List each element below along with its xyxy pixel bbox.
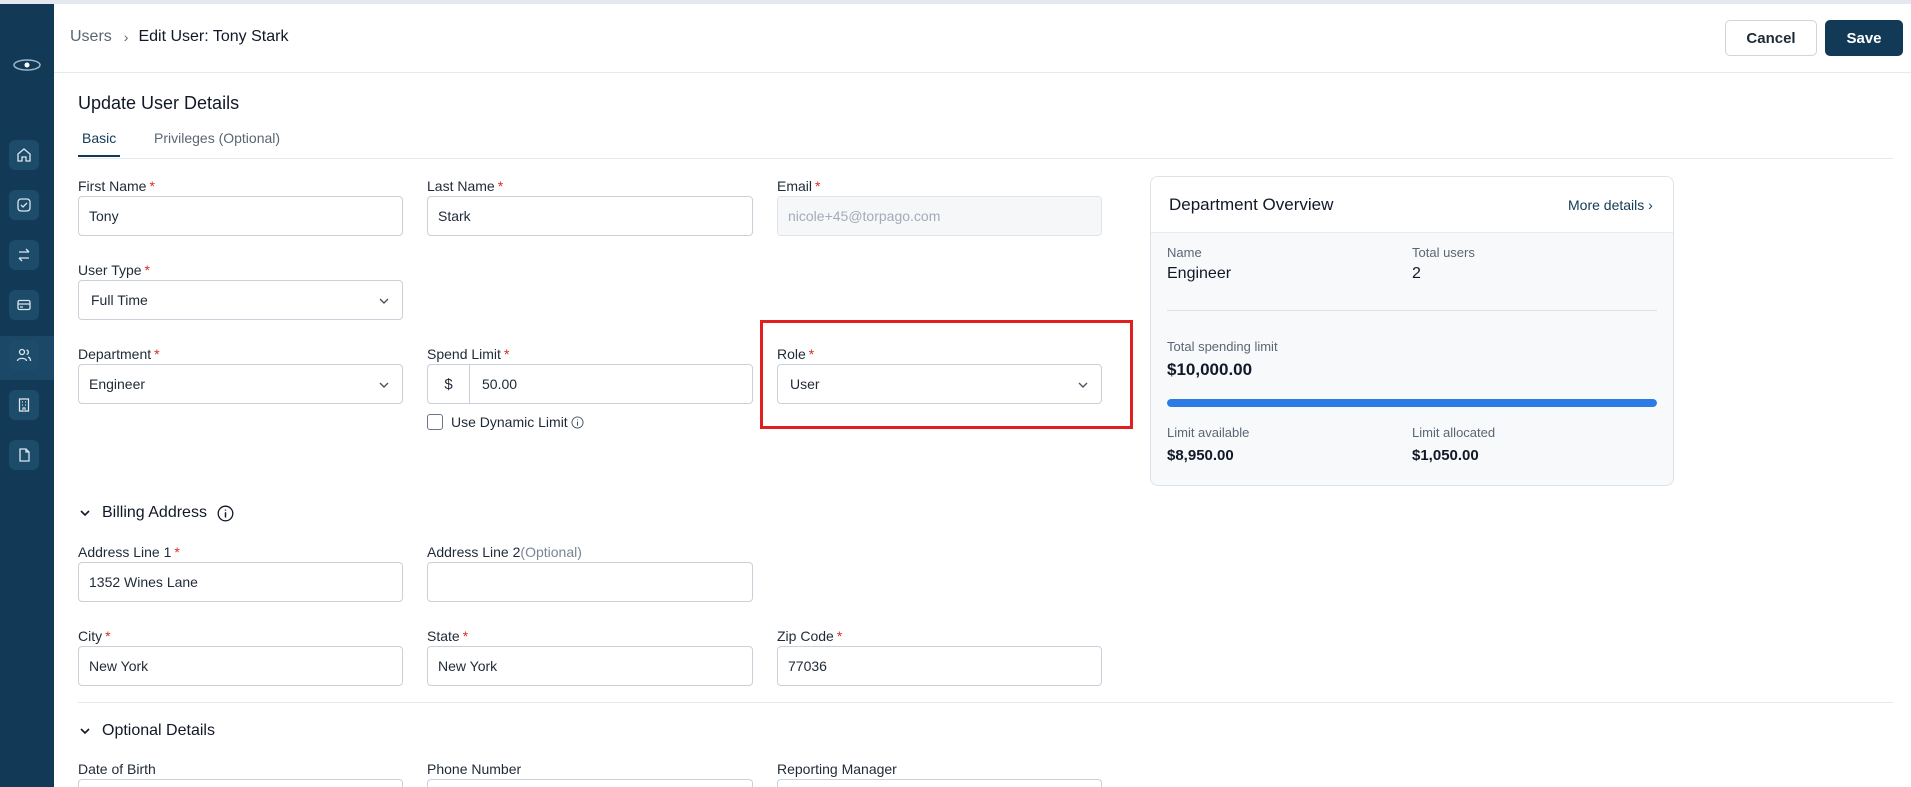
- dept-name-value: Engineer: [1167, 265, 1232, 282]
- address1-label: Address Line 1 *: [78, 544, 180, 560]
- sidebar-item-home[interactable]: [9, 140, 39, 170]
- manager-label: Reporting Manager: [777, 761, 897, 777]
- role-highlight-box: [760, 320, 1133, 429]
- breadcrumb: Users › Edit User: Tony Stark: [70, 28, 288, 46]
- sidebar-item-transactions[interactable]: [9, 240, 39, 270]
- building-icon: [18, 398, 30, 412]
- save-button[interactable]: Save: [1825, 20, 1903, 56]
- breadcrumb-current: Edit User: Tony Stark: [138, 28, 289, 45]
- address2-input[interactable]: [427, 562, 753, 602]
- chevron-down-icon: [80, 510, 90, 517]
- zip-input[interactable]: 77036: [777, 646, 1102, 686]
- card-divider: [1167, 310, 1657, 311]
- section-divider: [78, 702, 1893, 703]
- sidebar-item-company[interactable]: [9, 390, 39, 420]
- info-icon[interactable]: [217, 505, 234, 522]
- sidebar-item-users[interactable]: [9, 340, 39, 370]
- limit-available-label: Limit available: [1167, 425, 1250, 440]
- department-overview-card: Department Overview More details › Name …: [1150, 176, 1674, 486]
- email-label: Email *: [777, 178, 821, 194]
- tab-basic[interactable]: Basic: [82, 130, 116, 146]
- last-name-label: Last Name *: [427, 178, 504, 194]
- document-icon: [19, 448, 30, 462]
- sidebar-item-approvals[interactable]: [9, 190, 39, 220]
- optional-details-title: Optional Details: [102, 722, 215, 739]
- sidebar-item-cards[interactable]: [9, 290, 39, 320]
- first-name-input[interactable]: Tony: [78, 196, 403, 236]
- breadcrumb-users-link[interactable]: Users: [70, 28, 112, 46]
- dynamic-limit-checkbox[interactable]: [427, 414, 443, 430]
- optional-details-header[interactable]: Optional Details: [78, 722, 215, 740]
- spend-limit-input[interactable]: $ 50.00: [427, 364, 753, 404]
- phone-label: Phone Number: [427, 761, 522, 777]
- department-label: Department *: [78, 346, 160, 362]
- zip-label: Zip Code *: [777, 628, 843, 644]
- dob-label: Date of Birth: [78, 761, 156, 777]
- email-input: nicole+45@torpago.com: [777, 196, 1102, 236]
- total-users-label: Total users: [1412, 245, 1475, 260]
- limit-available-value: $8,950.00: [1167, 447, 1234, 464]
- logo-icon[interactable]: [12, 58, 42, 72]
- spend-limit-label: Spend Limit *: [427, 346, 510, 362]
- total-users-value: 2: [1412, 265, 1421, 282]
- currency-prefix: $: [428, 365, 470, 403]
- manager-select[interactable]: [777, 779, 1102, 787]
- city-label: City *: [78, 628, 111, 644]
- limit-progress-bar: [1167, 399, 1657, 407]
- total-limit-label: Total spending limit: [1167, 339, 1278, 354]
- department-select[interactable]: Engineer: [78, 364, 403, 404]
- limit-allocated-value: $1,050.00: [1412, 447, 1479, 464]
- billing-address-header[interactable]: Billing Address: [78, 504, 234, 522]
- address2-label: Address Line 2(Optional): [427, 544, 582, 560]
- user-type-label: User Type *: [78, 262, 150, 278]
- card-title: Department Overview: [1169, 195, 1334, 214]
- chevron-down-icon: [379, 298, 389, 304]
- active-tab-indicator: [78, 155, 120, 157]
- chevron-down-icon: [80, 728, 90, 735]
- limit-progress-fill: [1167, 399, 1657, 407]
- state-label: State *: [427, 628, 469, 644]
- first-name-label: First Name *: [78, 178, 155, 194]
- dept-name-label: Name: [1167, 245, 1202, 260]
- chevron-down-icon: [379, 382, 389, 388]
- chevron-right-icon: ›: [123, 29, 129, 45]
- card-icon: [17, 299, 31, 311]
- chevron-right-icon: ›: [1648, 197, 1653, 213]
- dynamic-limit-label[interactable]: Use Dynamic Limit: [451, 414, 568, 430]
- billing-address-title: Billing Address: [102, 504, 207, 521]
- sidebar: [0, 4, 54, 787]
- tab-privileges[interactable]: Privileges (Optional): [154, 130, 280, 146]
- check-circle-icon: [17, 198, 31, 212]
- sidebar-item-documents[interactable]: [9, 440, 39, 470]
- more-details-link[interactable]: More details ›: [1568, 197, 1653, 213]
- limit-allocated-label: Limit allocated: [1412, 425, 1496, 440]
- info-icon[interactable]: [571, 416, 584, 429]
- last-name-input[interactable]: Stark: [427, 196, 753, 236]
- transfer-icon: [18, 248, 30, 262]
- user-type-select[interactable]: Full Time: [78, 280, 403, 320]
- state-input[interactable]: New York: [427, 646, 753, 686]
- cancel-button[interactable]: Cancel: [1725, 20, 1817, 56]
- total-limit-value: $10,000.00: [1167, 360, 1253, 379]
- page-title: Update User Details: [78, 93, 240, 113]
- page-header: Users › Edit User: Tony Stark Cancel Sav…: [54, 4, 1911, 73]
- spend-limit-value: 50.00: [482, 376, 518, 392]
- card-header: Department Overview More details ›: [1151, 177, 1673, 233]
- dob-input[interactable]: [78, 779, 403, 787]
- users-icon: [16, 348, 32, 362]
- tabs-divider: [78, 158, 1893, 159]
- home-icon: [17, 148, 31, 162]
- phone-input[interactable]: [427, 779, 753, 787]
- address1-input[interactable]: 1352 Wines Lane: [78, 562, 403, 602]
- city-input[interactable]: New York: [78, 646, 403, 686]
